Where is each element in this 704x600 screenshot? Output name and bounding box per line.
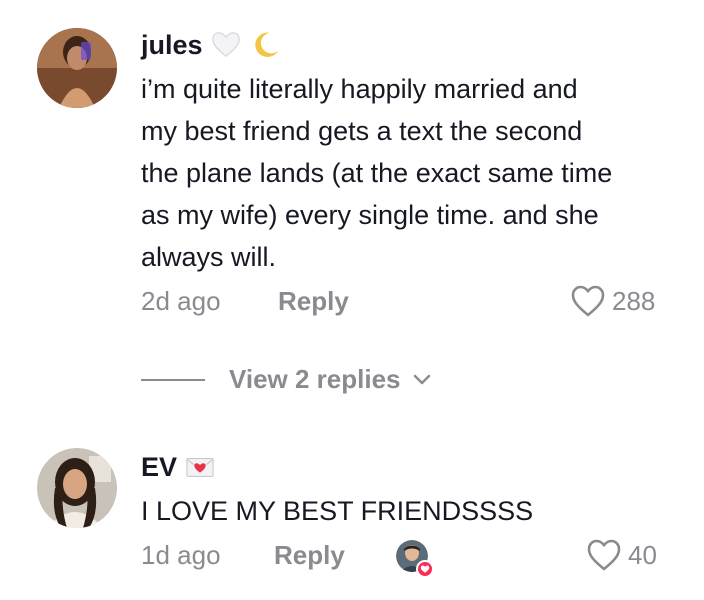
comment-text-jules: i’m quite literally happily married and … (141, 68, 612, 278)
white-heart-icon (209, 28, 243, 62)
view-replies-label[interactable]: View 2 replies (229, 364, 401, 395)
like-count: 40 (628, 539, 657, 570)
comment-line: always will. (141, 242, 277, 272)
chevron-down-icon (413, 374, 430, 384)
like-button[interactable]: 288 (570, 284, 655, 318)
replies-divider (141, 378, 205, 381)
username-text[interactable]: jules (141, 30, 203, 61)
heart-outline-icon[interactable] (586, 538, 622, 572)
creator-liked-avatar (396, 540, 434, 578)
like-button[interactable]: 40 (586, 538, 657, 572)
comment-line: my best friend gets a text the second (141, 116, 583, 146)
comment-line: as my wife) every single time. and she (141, 200, 599, 230)
username-text[interactable]: EV (141, 452, 177, 483)
creator-heart-icon (416, 560, 434, 578)
love-letter-icon (183, 450, 217, 484)
comment-line: the plane lands (at the exact same time (141, 158, 613, 188)
username-jules[interactable]: jules (141, 28, 283, 62)
view-replies-button[interactable]: View 2 replies (141, 364, 431, 395)
comment-line: I LOVE MY BEST FRIENDSSSS (141, 496, 534, 526)
avatar-ev[interactable] (37, 448, 117, 528)
avatar-jules[interactable] (37, 28, 117, 108)
reply-button[interactable]: Reply (274, 540, 345, 571)
heart-outline-icon[interactable] (570, 284, 606, 318)
comment-timestamp: 2d ago (141, 286, 221, 316)
username-ev[interactable]: EV (141, 450, 217, 484)
crescent-moon-icon (249, 28, 283, 62)
comment-text-ev: I LOVE MY BEST FRIENDSSSS (141, 490, 533, 532)
comment-timestamp: 1d ago (141, 540, 221, 570)
like-count: 288 (612, 285, 656, 316)
comment-line: i’m quite literally happily married and (141, 74, 578, 104)
reply-button[interactable]: Reply (278, 286, 349, 317)
